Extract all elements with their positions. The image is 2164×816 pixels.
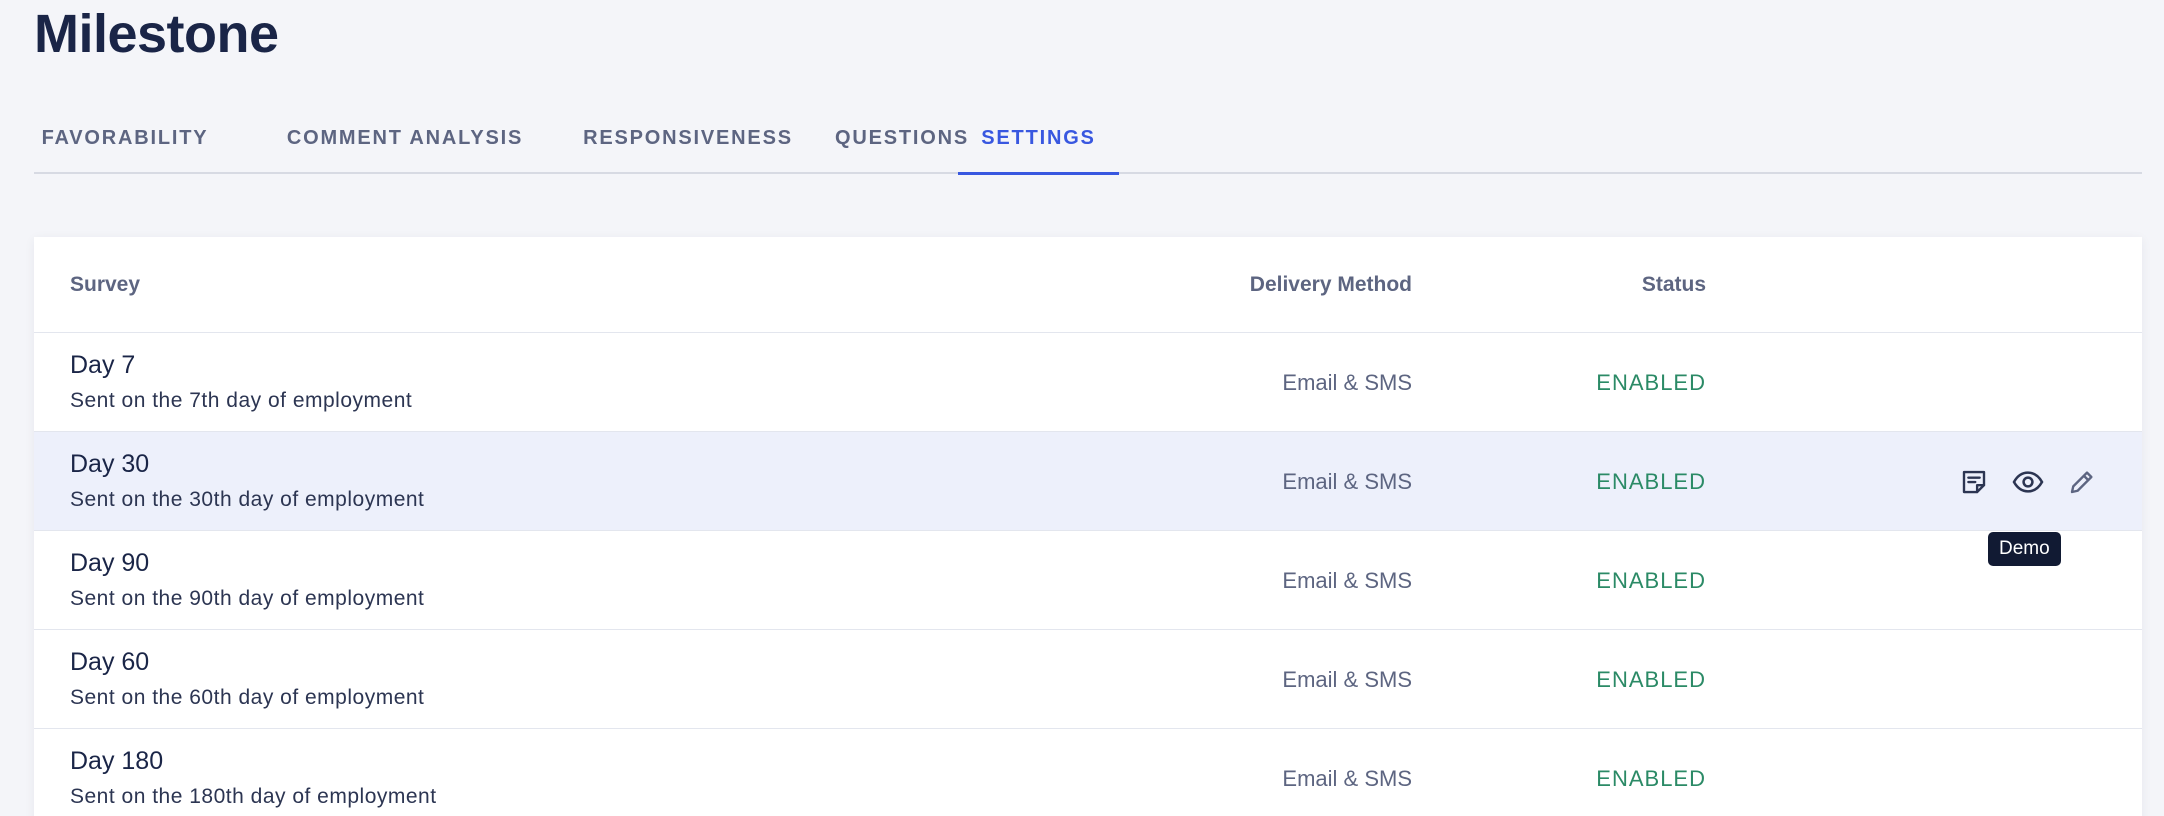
table-row[interactable]: Day 180 Sent on the 180th day of employm… [34, 729, 2142, 816]
delivery-method: Email & SMS [1282, 568, 1412, 593]
status-badge: ENABLED [1596, 370, 1706, 395]
status-badge: ENABLED [1596, 766, 1706, 791]
delivery-method: Email & SMS [1282, 469, 1412, 494]
survey-description: Sent on the 60th day of employment [70, 686, 425, 709]
survey-description: Sent on the 30th day of employment [70, 488, 425, 511]
survey-description: Sent on the 180th day of employment [70, 785, 437, 808]
eye-icon[interactable] [2012, 466, 2044, 498]
tab-settings[interactable]: SETTINGS [958, 116, 1119, 175]
survey-name: Day 7 [70, 351, 136, 379]
tab-comment-analysis[interactable]: COMMENT ANALYSIS [264, 116, 546, 174]
survey-description: Sent on the 7th day of employment [70, 389, 413, 412]
page-title: Milestone [34, 4, 279, 64]
survey-name: Day 90 [70, 549, 150, 577]
status-badge: ENABLED [1596, 568, 1706, 593]
survey-name: Day 180 [70, 747, 164, 775]
delivery-method: Email & SMS [1282, 370, 1412, 395]
table-row[interactable]: Day 90 Sent on the 90th day of employmen… [34, 531, 2142, 630]
pencil-icon[interactable] [2066, 466, 2098, 498]
table-row[interactable]: Day 60 Sent on the 60th day of employmen… [34, 630, 2142, 729]
tab-questions[interactable]: QUESTIONS [826, 116, 978, 174]
delivery-method: Email & SMS [1282, 766, 1412, 791]
delivery-method: Email & SMS [1282, 667, 1412, 692]
notes-icon[interactable] [1958, 466, 1990, 498]
tab-bar: FAVORABILITY COMMENT ANALYSIS RESPONSIVE… [34, 116, 2142, 175]
table-row[interactable]: Day 7 Sent on the 7th day of employment … [34, 333, 2142, 432]
column-header-delivery-method[interactable]: Delivery Method [1250, 237, 1412, 333]
milestone-page: Milestone FAVORABILITY COMMENT ANALYSIS … [0, 0, 2164, 816]
table-row[interactable]: Day 30 Sent on the 30th day of employmen… [34, 432, 2142, 531]
demo-tooltip: Demo [1988, 532, 2061, 566]
survey-name: Day 60 [70, 648, 150, 676]
column-header-status[interactable]: Status [1642, 237, 1706, 333]
survey-name: Day 30 [70, 450, 150, 478]
tab-favorability[interactable]: FAVORABILITY [34, 116, 216, 174]
tab-responsiveness[interactable]: RESPONSIVENESS [572, 116, 804, 174]
survey-description: Sent on the 90th day of employment [70, 587, 425, 610]
status-badge: ENABLED [1596, 667, 1706, 692]
table-header: Survey Delivery Method Status [34, 237, 2142, 333]
row-actions [1958, 465, 2098, 499]
column-header-survey[interactable]: Survey [70, 237, 140, 333]
status-badge: ENABLED [1596, 469, 1706, 494]
survey-table: Survey Delivery Method Status Day 7 Sent… [34, 237, 2142, 816]
